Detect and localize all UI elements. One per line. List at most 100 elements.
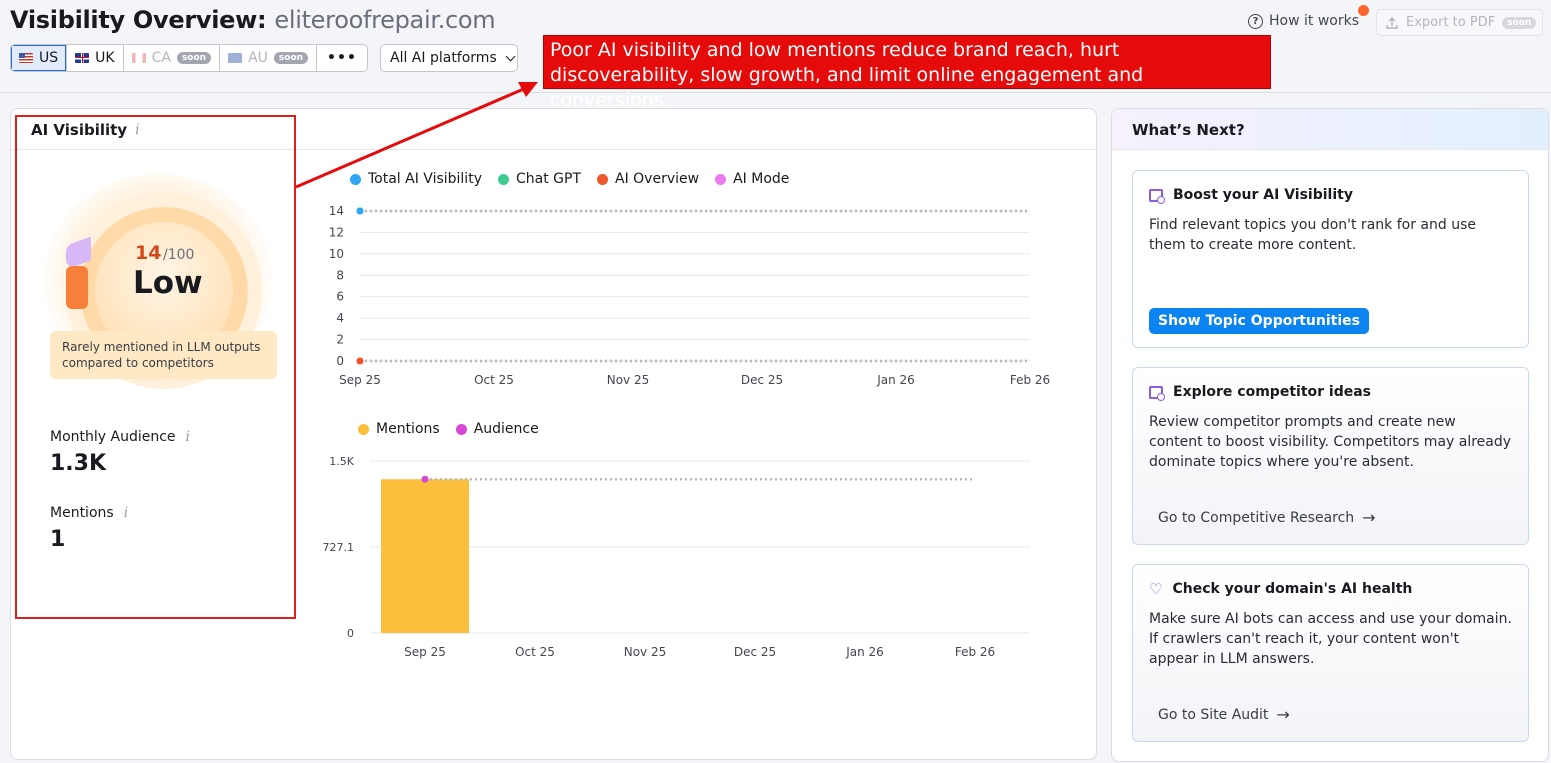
legend-label: Audience bbox=[473, 421, 539, 437]
y-tick-label: 0 bbox=[336, 354, 344, 368]
legend-item[interactable]: Total AI Visibility bbox=[350, 171, 482, 187]
x-tick-label: Feb 26 bbox=[1010, 373, 1050, 387]
x-tick-label: Dec 25 bbox=[741, 373, 783, 387]
x-tick-label: Jan 26 bbox=[876, 373, 915, 387]
link-label: Go to Site Audit bbox=[1158, 706, 1269, 723]
y-tick-label: 2 bbox=[336, 333, 344, 347]
export-pdf-button[interactable]: Export to PDF soon bbox=[1376, 9, 1543, 36]
competitive-research-link[interactable]: Go to Competitive Research → bbox=[1158, 508, 1376, 527]
platform-select[interactable]: All AI platforms bbox=[380, 44, 518, 72]
legend-swatch bbox=[597, 173, 608, 185]
y-tick-label: 10 bbox=[329, 247, 344, 261]
us-flag-icon bbox=[19, 53, 33, 63]
next-card-desc: Review competitor prompts and create new… bbox=[1149, 414, 1512, 470]
show-topic-opportunities-button[interactable]: Show Topic Opportunities bbox=[1149, 308, 1369, 334]
legend-swatch bbox=[497, 173, 509, 185]
legend-label: AI Mode bbox=[733, 171, 790, 187]
x-tick-label: Nov 25 bbox=[624, 645, 667, 659]
whats-next-title: What’s Next? bbox=[1112, 109, 1548, 150]
next-card-title: ♡ Check your domain's AI health bbox=[1149, 581, 1512, 597]
x-tick-label: Sep 25 bbox=[339, 373, 381, 387]
more-icon: ••• bbox=[327, 50, 357, 66]
search-chart-icon bbox=[1149, 188, 1165, 204]
y-tick-label: 0 bbox=[347, 627, 354, 640]
y-tick-label: 4 bbox=[336, 311, 344, 325]
site-audit-link[interactable]: Go to Site Audit → bbox=[1158, 705, 1290, 724]
ai-health-card: ♡ Check your domain's AI health Make sur… bbox=[1132, 564, 1529, 742]
legend-label: Total AI Visibility bbox=[368, 171, 482, 187]
annotation-callout: Poor AI visibility and low mentions redu… bbox=[543, 35, 1271, 111]
heart-pulse-icon: ♡ bbox=[1149, 580, 1163, 598]
link-label: Go to Competitive Research bbox=[1158, 509, 1355, 526]
platform-select-value: All AI platforms bbox=[390, 50, 497, 66]
legend-item[interactable]: Chat GPT bbox=[497, 171, 581, 187]
legend-item[interactable]: AI Mode bbox=[715, 171, 789, 187]
y-tick-label: 727.1 bbox=[323, 541, 355, 554]
tab-uk[interactable]: UK bbox=[67, 45, 124, 71]
next-card-title: Boost your AI Visibility bbox=[1149, 187, 1512, 204]
competitor-ideas-card: Explore competitor ideas Review competit… bbox=[1132, 367, 1529, 545]
title-text: Visibility Overview: bbox=[10, 6, 267, 34]
legend-item[interactable]: Mentions bbox=[358, 421, 440, 437]
notification-dot bbox=[1358, 5, 1369, 16]
legend-swatch bbox=[455, 423, 467, 435]
next-card-title-text: Explore competitor ideas bbox=[1173, 384, 1372, 400]
tab-label: US bbox=[39, 50, 59, 66]
bar bbox=[381, 479, 469, 633]
legend-swatch bbox=[358, 423, 369, 435]
search-chart-icon bbox=[1149, 385, 1165, 401]
x-tick-label: Feb 26 bbox=[955, 645, 995, 659]
question-icon: ? bbox=[1248, 13, 1263, 29]
visibility-line-chart: 0 2 4 6 8 10 12 14 Sep 25 Oct 25 Nov 25 Dec 25 Jan 2… bbox=[329, 204, 1050, 387]
ca-flag-icon bbox=[131, 53, 146, 63]
arrow-right-icon: → bbox=[1276, 705, 1290, 724]
next-card-desc: Find relevant topics you don't rank for … bbox=[1149, 217, 1476, 253]
mentions-chart-legend: Mentions Audience bbox=[358, 421, 539, 437]
soon-badge: soon bbox=[273, 52, 309, 64]
x-tick-label: Oct 25 bbox=[515, 645, 555, 659]
legend-item[interactable]: AI Overview bbox=[597, 171, 699, 187]
next-card-desc: Make sure AI bots can access and use you… bbox=[1149, 611, 1512, 667]
whats-next-panel: What’s Next? Boost your AI Visibility Fi… bbox=[1111, 108, 1549, 762]
data-point bbox=[356, 207, 364, 215]
legend-label: Mentions bbox=[376, 421, 440, 437]
soon-badge: soon bbox=[176, 52, 212, 64]
legend-item[interactable]: Audience bbox=[455, 421, 539, 437]
how-it-works-link[interactable]: ? How it works bbox=[1248, 5, 1369, 29]
country-tabs: US UK CA soon AU soon ••• bbox=[10, 44, 368, 72]
legend-label: AI Overview bbox=[615, 171, 700, 187]
domain-text: eliteroofrepair.com bbox=[274, 6, 496, 34]
upload-icon bbox=[1386, 16, 1398, 29]
y-tick-label: 1.5K bbox=[329, 455, 354, 468]
next-card-title-text: Boost your AI Visibility bbox=[1173, 187, 1353, 203]
y-tick-label: 12 bbox=[329, 225, 344, 239]
tab-ca[interactable]: CA soon bbox=[124, 45, 221, 71]
tab-label: UK bbox=[95, 50, 115, 66]
tab-au[interactable]: AU soon bbox=[220, 45, 318, 71]
page-title: Visibility Overview: eliteroofrepair.com bbox=[10, 6, 496, 34]
export-pdf-label: Export to PDF bbox=[1406, 15, 1496, 30]
how-it-works-label: How it works bbox=[1269, 13, 1359, 29]
chevron-down-icon bbox=[505, 51, 516, 61]
uk-flag-icon bbox=[75, 53, 90, 63]
x-tick-label: Oct 25 bbox=[474, 373, 514, 387]
next-card-title: Explore competitor ideas bbox=[1149, 384, 1512, 401]
x-tick-label: Sep 25 bbox=[404, 645, 446, 659]
data-point bbox=[421, 475, 429, 483]
visibility-chart-legend: Total AI Visibility Chat GPT AI Overview… bbox=[350, 171, 789, 187]
soon-badge: soon bbox=[1502, 16, 1537, 29]
legend-swatch bbox=[715, 173, 727, 185]
y-tick-label: 8 bbox=[336, 268, 344, 282]
arrow-right-icon: → bbox=[1362, 508, 1376, 527]
tab-label: CA bbox=[151, 50, 171, 66]
tab-label: AU bbox=[248, 50, 268, 66]
tab-us[interactable]: US bbox=[11, 45, 68, 71]
more-countries-button[interactable]: ••• bbox=[317, 45, 367, 71]
mentions-bar-chart: 0 727.1 1.5K Sep 25 Oct 25 Nov 25 Dec 25 Jan 26… bbox=[323, 455, 1030, 659]
data-point bbox=[356, 357, 364, 365]
y-tick-label: 6 bbox=[336, 290, 344, 304]
next-card-title-text: Check your domain's AI health bbox=[1172, 581, 1413, 597]
x-tick-label: Jan 26 bbox=[845, 645, 884, 659]
boost-visibility-card: Boost your AI Visibility Find relevant t… bbox=[1132, 170, 1529, 348]
legend-swatch bbox=[350, 173, 361, 185]
